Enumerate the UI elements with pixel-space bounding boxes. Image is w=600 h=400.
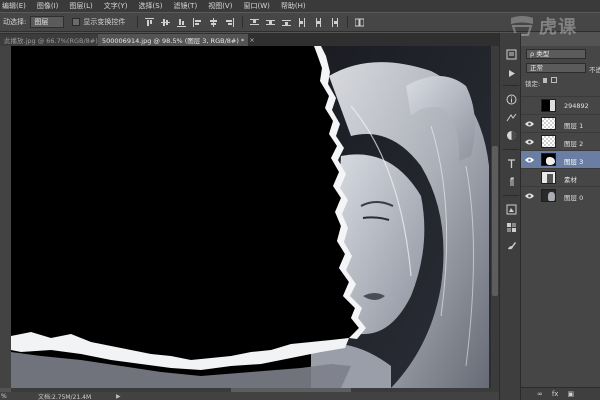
color-icon[interactable] xyxy=(505,129,517,141)
toolbar-separator xyxy=(242,16,244,28)
blend-mode-dropdown[interactable]: 正常 xyxy=(526,63,586,73)
status-menu-arrow-icon[interactable]: ▶ xyxy=(116,393,121,400)
actions-icon[interactable] xyxy=(505,67,517,79)
history-icon[interactable] xyxy=(505,48,517,60)
layer-name[interactable]: 图层 1 xyxy=(564,120,583,130)
dock-separator xyxy=(503,195,519,196)
zoom-readout[interactable]: % xyxy=(0,393,14,400)
menu-image[interactable]: 图像(I) xyxy=(37,1,59,11)
layer-row[interactable]: 图层 1 xyxy=(521,114,600,132)
dock-separator xyxy=(503,85,519,86)
opacity-label: 不透 xyxy=(589,66,600,74)
tools-panel xyxy=(0,46,11,388)
distribute-top-icon[interactable] xyxy=(249,17,260,28)
lock-pixels-icon[interactable] xyxy=(543,78,547,83)
align-top-icon[interactable] xyxy=(144,17,155,28)
clone-source-icon[interactable] xyxy=(505,203,517,215)
show-transform-label: 显示变换控件 xyxy=(83,18,126,26)
panel-dock xyxy=(499,33,521,400)
layer-row[interactable]: 图层 0 xyxy=(521,186,600,204)
layer-thumbnail xyxy=(541,153,556,166)
menu-window[interactable]: 窗口(W) xyxy=(243,1,269,11)
visibility-toggle[interactable] xyxy=(523,100,535,112)
layer-row[interactable]: 素材 xyxy=(521,168,600,186)
menu-view[interactable]: 视图(V) xyxy=(208,1,232,11)
layer-row-selected[interactable]: 图层 3 xyxy=(521,150,600,168)
layer-name[interactable]: 图层 3 xyxy=(564,156,583,166)
options-bar: 动选择: 图层 显示变换控件 xyxy=(0,12,600,32)
tab-label: 500006914.jpg @ 98.5% (图层 3, RGB/8#) * xyxy=(102,37,245,45)
layers-panel: ρ 类型 正常 不透 锁定: 294892 图层 1 图层 2 图层 3 素材 xyxy=(521,46,600,400)
menu-bar: 编辑(E) 图像(I) 图层(L) 文字(Y) 选择(S) 滤镜(T) 视图(V… xyxy=(0,0,600,12)
layer-style-fx-icon[interactable]: fx xyxy=(552,390,559,398)
type-icon[interactable] xyxy=(505,157,517,169)
layer-filter-dropdown[interactable]: ρ 类型 xyxy=(526,49,586,59)
close-icon[interactable]: × xyxy=(249,36,254,44)
menu-layer[interactable]: 图层(L) xyxy=(69,1,92,11)
distribute-hcenter-icon[interactable] xyxy=(313,17,324,28)
menu-help[interactable]: 帮助(H) xyxy=(281,1,306,11)
layer-thumbnail xyxy=(541,171,556,184)
auto-select-label: 动选择: xyxy=(3,18,27,26)
layer-thumbnail xyxy=(541,135,556,148)
distribute-vcenter-icon[interactable] xyxy=(265,17,276,28)
black-fill-layer xyxy=(11,46,359,358)
layer-name[interactable]: 294892 xyxy=(564,102,589,110)
layer-row[interactable]: 图层 2 xyxy=(521,132,600,150)
link-layers-icon[interactable]: ∞ xyxy=(537,390,543,398)
visibility-toggle[interactable] xyxy=(523,172,535,184)
menu-filter[interactable]: 滤镜(T) xyxy=(173,1,197,11)
photo-lower-area xyxy=(11,352,351,388)
distribute-right-icon[interactable] xyxy=(329,17,340,28)
show-transform-checkbox[interactable] xyxy=(72,18,81,26)
layer-thumbnail xyxy=(541,99,556,112)
document-tab-bar: 此播放.jpg @ 66.7%(RGB/8#) × 500006914.jpg … xyxy=(0,33,504,46)
info-icon[interactable] xyxy=(505,93,517,105)
align-vcenter-icon[interactable] xyxy=(160,17,171,28)
eye-icon[interactable] xyxy=(523,118,535,130)
distribute-bottom-icon[interactable] xyxy=(281,17,292,28)
menu-edit[interactable]: 编辑(E) xyxy=(2,1,26,11)
align-right-icon[interactable] xyxy=(224,17,235,28)
auto-align-icon[interactable] xyxy=(354,17,365,28)
align-bottom-icon[interactable] xyxy=(176,17,187,28)
layer-thumbnail xyxy=(541,117,556,130)
layer-name[interactable]: 图层 2 xyxy=(564,138,583,148)
document-canvas[interactable] xyxy=(11,46,491,388)
align-hcenter-icon[interactable] xyxy=(208,17,219,28)
layer-name[interactable]: 图层 0 xyxy=(564,192,583,202)
menu-type[interactable]: 文字(Y) xyxy=(104,1,128,11)
lock-position-icon[interactable] xyxy=(551,77,557,83)
adjustments-icon[interactable] xyxy=(505,111,517,123)
tab-label: 此播放.jpg @ 66.7%(RGB/8#) xyxy=(4,37,98,45)
tab-document-1[interactable]: 此播放.jpg @ 66.7%(RGB/8#) × xyxy=(0,34,108,46)
add-mask-icon[interactable]: ▣ xyxy=(567,390,574,398)
layer-row[interactable]: 294892 xyxy=(521,96,600,114)
vertical-scrollbar[interactable] xyxy=(491,46,499,388)
swatches-icon[interactable] xyxy=(505,221,517,233)
layers-panel-footer: ∞ fx ▣ xyxy=(521,387,600,400)
vertical-scroll-thumb[interactable] xyxy=(492,146,498,296)
toolbar-separator xyxy=(347,16,349,28)
toolbar-separator xyxy=(137,16,139,28)
align-left-icon[interactable] xyxy=(192,17,203,28)
menu-select[interactable]: 选择(S) xyxy=(139,1,163,11)
eye-icon[interactable] xyxy=(523,154,535,166)
layer-name[interactable]: 素材 xyxy=(564,174,577,184)
document-size-readout: 文档:2.75M/21.4M xyxy=(38,393,92,400)
eye-icon[interactable] xyxy=(523,190,535,202)
status-bar: % 文档:2.75M/21.4M ▶ xyxy=(0,392,504,400)
tab-document-2[interactable]: 500006914.jpg @ 98.5% (图层 3, RGB/8#) * × xyxy=(98,34,255,46)
eye-icon[interactable] xyxy=(523,136,535,148)
dock-separator xyxy=(503,149,519,150)
lock-label: 锁定: xyxy=(525,80,541,88)
distribute-left-icon[interactable] xyxy=(297,17,308,28)
layer-thumbnail xyxy=(541,189,556,202)
canvas-artwork xyxy=(11,46,491,388)
brush-icon[interactable] xyxy=(505,239,517,251)
paragraph-icon[interactable] xyxy=(505,175,517,187)
auto-select-dropdown[interactable]: 图层 xyxy=(30,16,65,28)
